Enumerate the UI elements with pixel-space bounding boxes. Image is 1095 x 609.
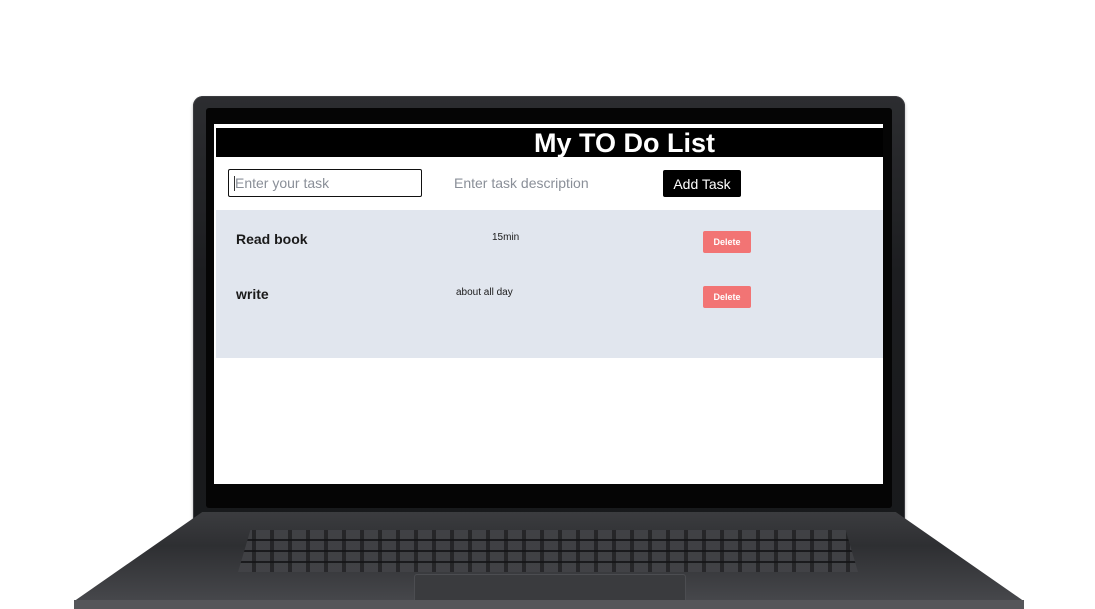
app-screen: My TO Do List Add Task Read book 15min D…: [214, 124, 883, 484]
task-list: Read book 15min Delete write about all d…: [216, 210, 883, 358]
delete-button[interactable]: Delete: [703, 286, 751, 308]
list-item: write about all day Delete: [216, 273, 883, 313]
laptop-mockup: My TO Do List Add Task Read book 15min D…: [0, 0, 1095, 609]
text-cursor: [234, 176, 235, 191]
page-title: My TO Do List: [533, 128, 715, 158]
delete-button[interactable]: Delete: [703, 231, 751, 253]
task-name: write: [236, 286, 269, 302]
task-description: about all day: [456, 287, 513, 298]
task-name: Read book: [236, 231, 308, 247]
task-description: 15min: [492, 232, 520, 243]
task-input[interactable]: [228, 169, 422, 197]
laptop-base-edge: [74, 600, 1024, 609]
description-input[interactable]: [448, 169, 638, 197]
list-item: Read book 15min Delete: [216, 218, 883, 258]
app-header: My TO Do List: [216, 128, 883, 158]
add-task-button[interactable]: Add Task: [663, 170, 741, 197]
keyboard-rows: [238, 530, 858, 572]
